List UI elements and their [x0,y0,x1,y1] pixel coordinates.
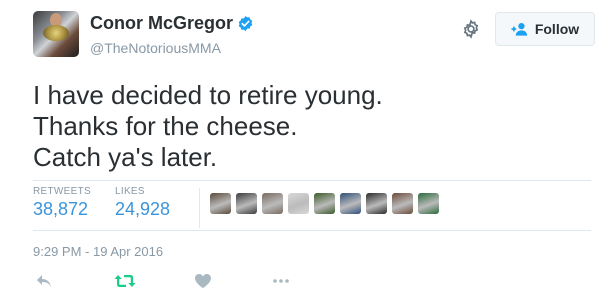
liker-avatar[interactable] [366,193,387,214]
tweet-timestamp[interactable]: 9:29 PM - 19 Apr 2016 [33,244,163,259]
retweets-label: RETWEETS [33,186,91,197]
avatar[interactable] [33,11,79,57]
tweet-line: Catch ya's later. [33,142,218,172]
user-name-row: Conor McGregor [90,13,254,34]
liker-avatar[interactable] [392,193,413,214]
divider [33,230,591,231]
liker-avatar[interactable] [210,193,231,214]
tweet-line: I have decided to retire young. [33,80,383,110]
liker-avatar[interactable] [314,193,335,214]
follow-button-label: Follow [534,21,580,37]
liker-avatar[interactable] [340,193,361,214]
tweet-line: Thanks for the cheese. [33,111,298,141]
likes-label: LIKES [115,186,145,197]
display-name[interactable]: Conor McGregor [90,13,233,34]
avatar-belt [43,25,69,41]
likes-count: 24,928 [115,199,171,219]
liker-avatar[interactable] [288,193,309,214]
liker-avatar[interactable] [236,193,257,214]
retweets-stat[interactable]: RETWEETS 38,872 [33,186,91,220]
liker-avatar[interactable] [262,193,283,214]
gear-icon[interactable] [461,19,481,39]
add-user-icon [511,23,527,36]
divider [33,180,591,181]
liker-avatars [210,193,444,214]
retweet-icon[interactable] [114,274,136,288]
likes-stat[interactable]: LIKES 24,928 [115,186,170,220]
verified-icon [238,16,253,31]
reply-icon[interactable] [36,274,52,288]
stats-separator [199,188,200,228]
follow-button[interactable]: Follow [495,12,595,46]
like-icon[interactable] [195,274,211,288]
tweet-text: I have decided to retire young. Thanks f… [33,80,383,173]
more-icon[interactable] [272,274,290,288]
user-handle[interactable]: @TheNotoriousMMA [90,40,221,56]
liker-avatar[interactable] [418,193,439,214]
retweets-count: 38,872 [33,199,89,219]
